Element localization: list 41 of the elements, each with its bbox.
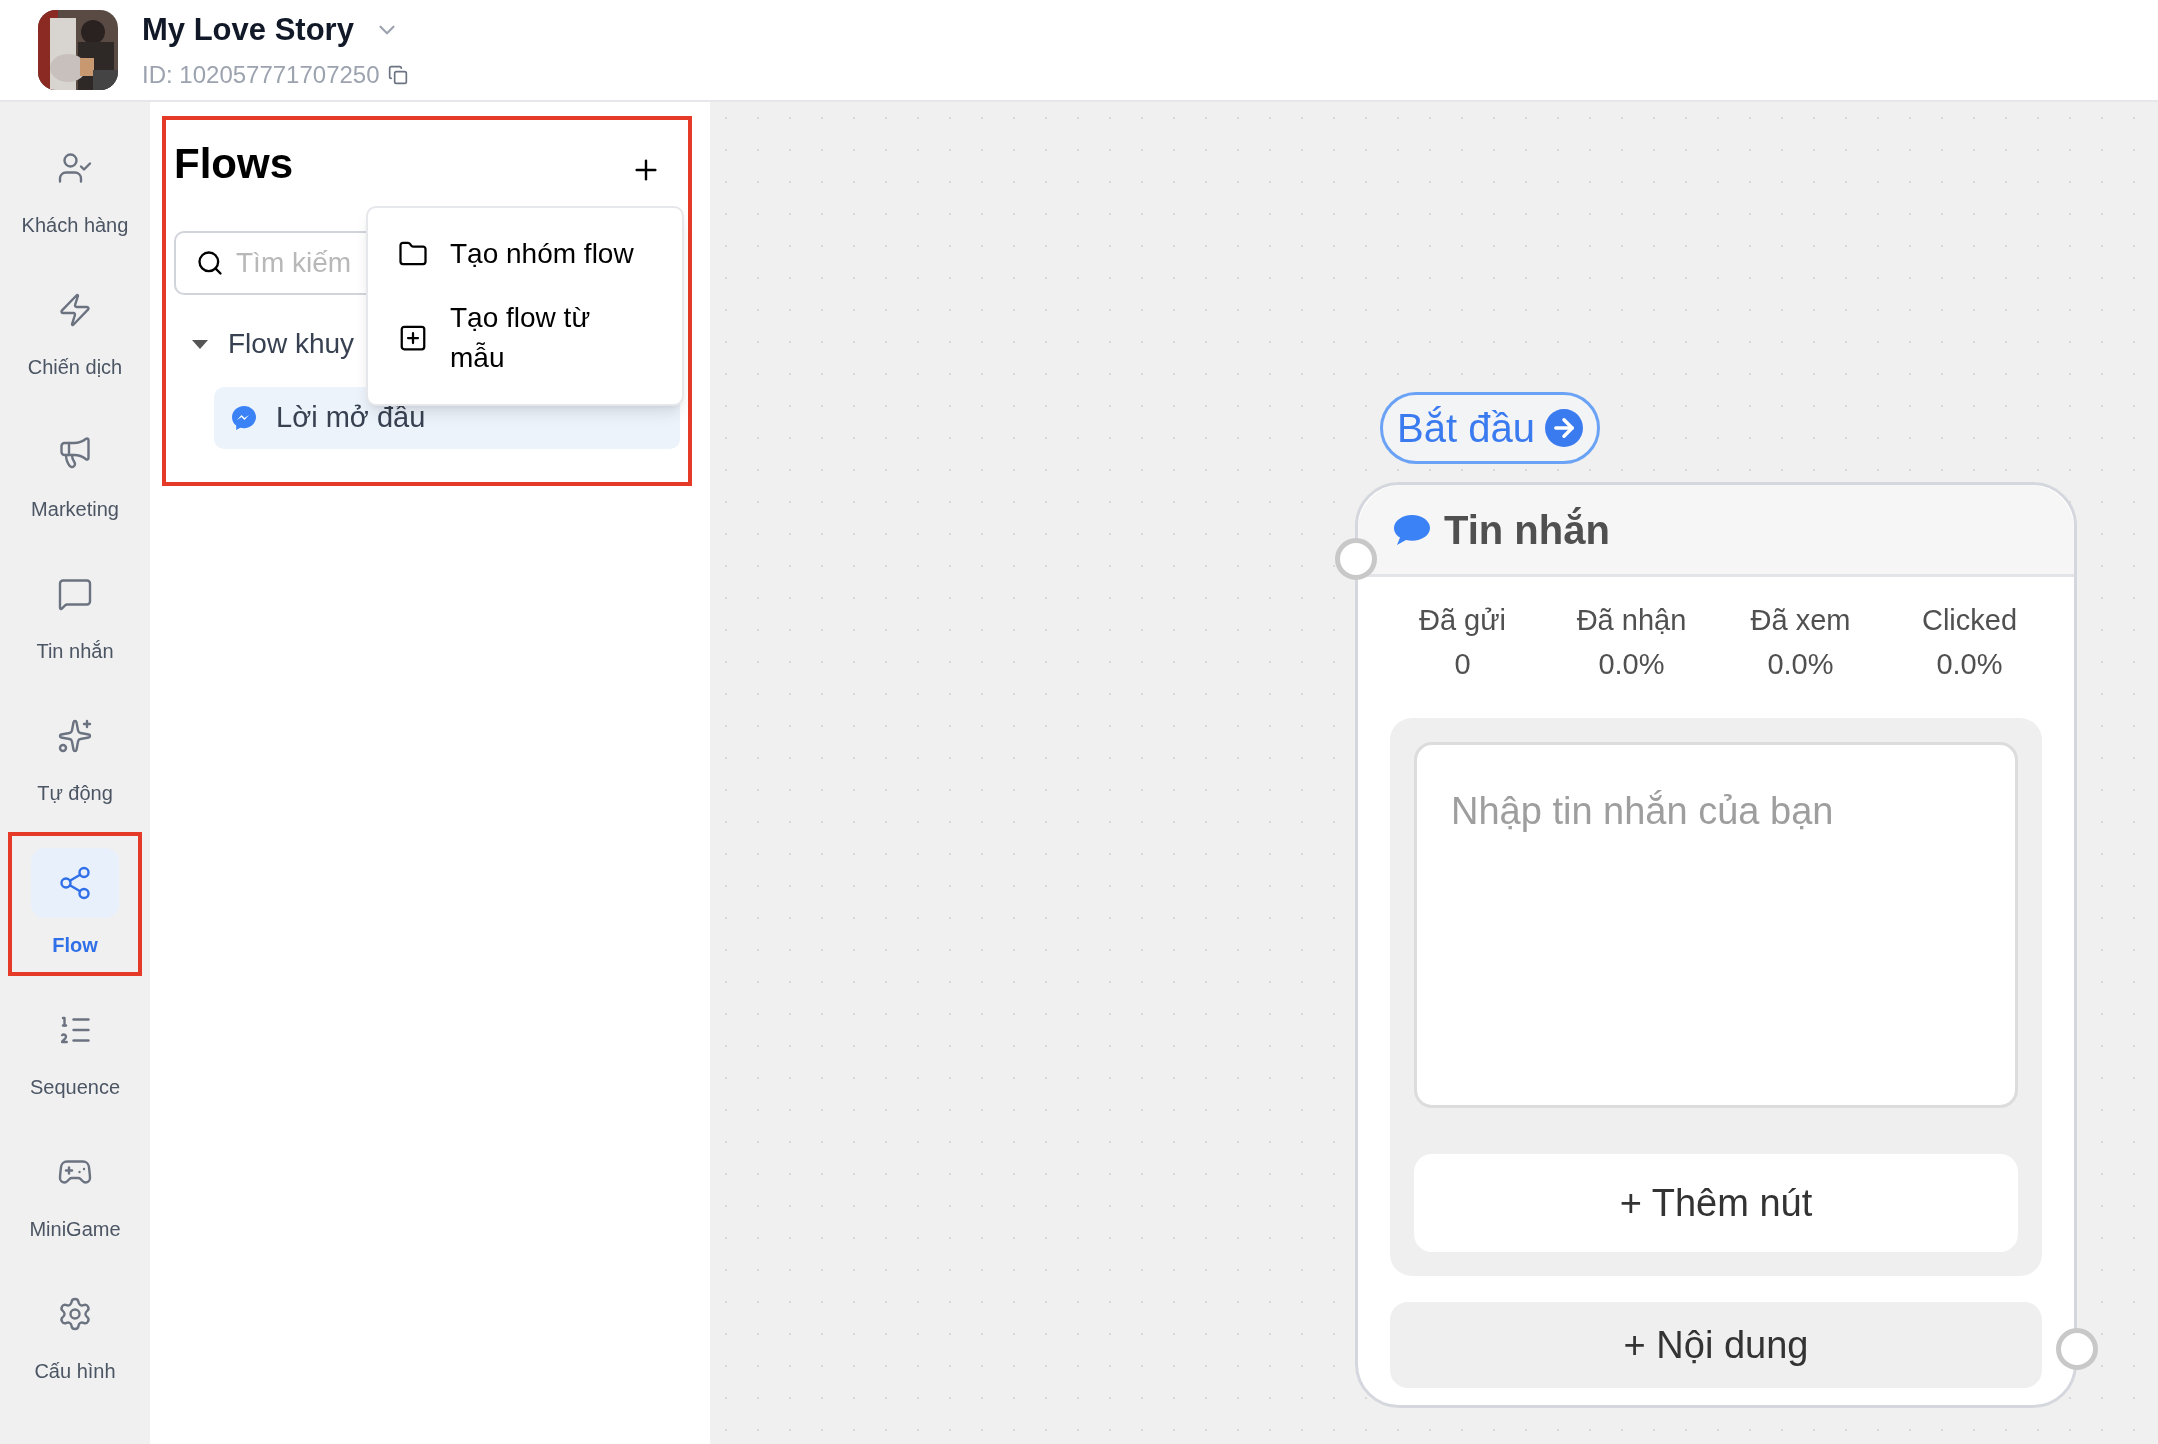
stat-label: Đã nhận — [1576, 603, 1687, 638]
copy-icon[interactable] — [387, 65, 408, 86]
stat-label: Đã xem — [1750, 603, 1851, 638]
sidebar-item[interactable]: Marketing — [16, 414, 134, 532]
stat-label: Đã gửi — [1418, 603, 1507, 638]
sidebar-item[interactable]: Cấu hình — [16, 1276, 134, 1394]
add-button-button[interactable]: + Thêm nút — [1414, 1154, 2018, 1252]
share-nodes-icon — [57, 865, 93, 901]
sidebar-item[interactable]: Tin nhắn — [16, 556, 134, 674]
add-content-button[interactable]: + Nội dung — [1390, 1302, 2042, 1388]
sidebar-item[interactable]: Chiến dịch — [16, 272, 134, 390]
lightning-icon — [57, 292, 93, 328]
output-handle[interactable] — [2056, 1328, 2098, 1370]
chat-bubble-icon — [57, 576, 93, 612]
search-icon — [196, 249, 224, 277]
sidebar-item[interactable]: Sequence — [16, 992, 134, 1110]
settings-icon — [57, 1296, 93, 1332]
sidebar-item[interactable]: MiniGame — [16, 1134, 134, 1252]
page-id: ID: 102057771707250 — [142, 60, 380, 91]
megaphone-icon — [57, 434, 93, 470]
stat-label: Clicked — [1921, 603, 2018, 638]
start-badge[interactable]: Bắt đầu — [1380, 392, 1600, 464]
stat-value: 0.0% — [1767, 646, 1834, 682]
group-label[interactable]: Flow khuy — [228, 323, 355, 365]
plus-square-icon — [398, 323, 428, 353]
node-title: Tin nhắn — [1444, 506, 1610, 554]
sparkles-icon — [57, 718, 93, 754]
page-name: My Love Story — [142, 10, 354, 49]
stat-value: 0.0% — [1598, 646, 1665, 682]
messenger-icon — [230, 404, 258, 432]
user-check-icon — [57, 150, 93, 186]
stat-value: 0 — [1454, 646, 1471, 682]
input-handle[interactable] — [1335, 538, 1377, 580]
panel-title: Flows — [174, 139, 293, 189]
sidebar-item[interactable]: Khách hàng — [16, 130, 134, 248]
sidebar-item[interactable]: Flow — [16, 840, 134, 968]
arrow-right-icon — [1544, 409, 1583, 447]
chat-bubble-icon — [1392, 512, 1432, 547]
sidebar-item[interactable]: Tự động — [16, 698, 134, 816]
stat-value: 0.0% — [1936, 646, 2003, 682]
message-input[interactable]: Nhập tin nhắn của bạn — [1414, 742, 2018, 1108]
